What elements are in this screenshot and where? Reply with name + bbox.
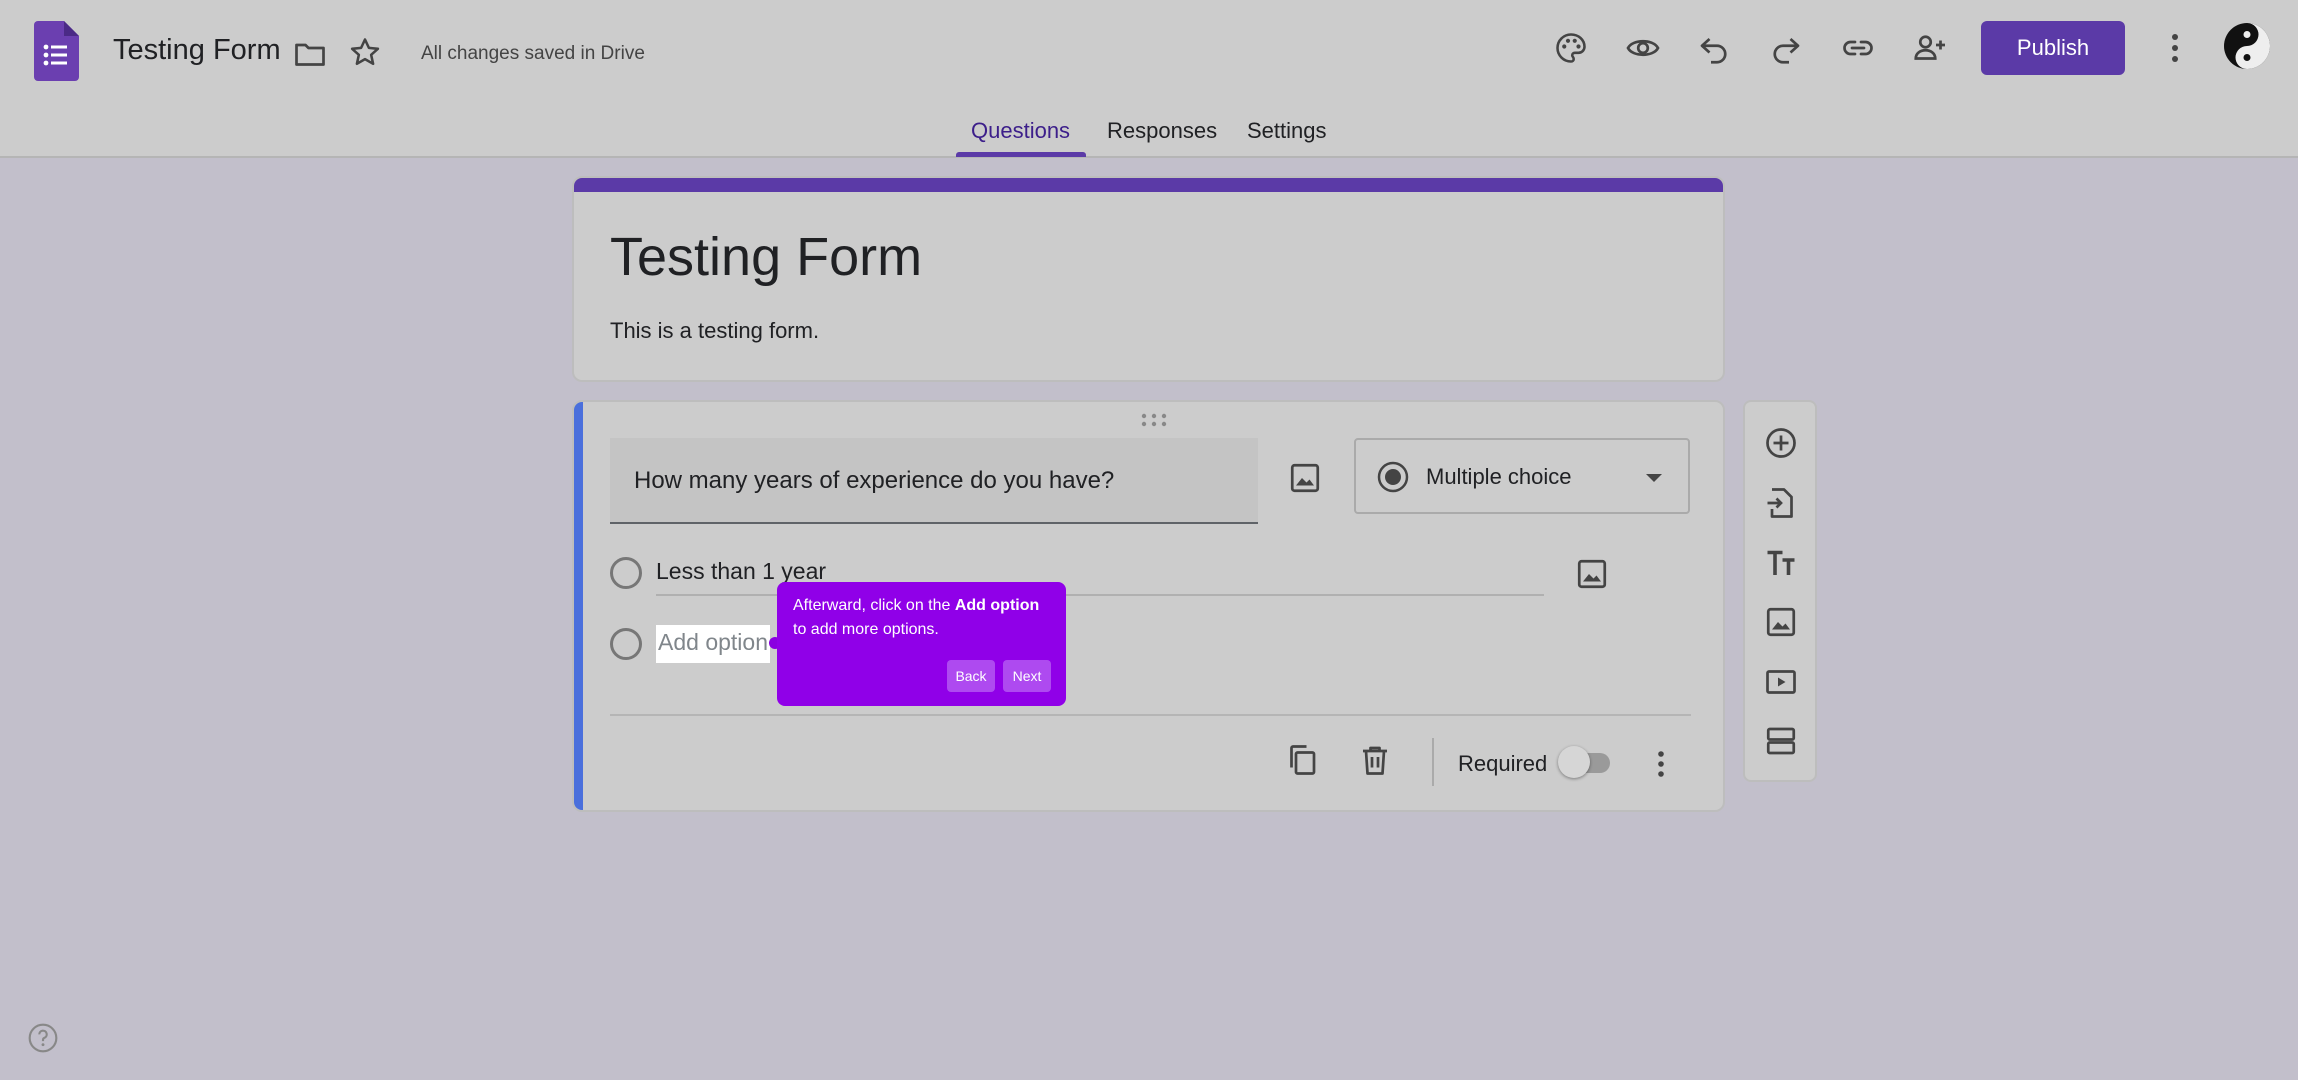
add-option-input[interactable]: Add option bbox=[656, 625, 770, 663]
option-image-icon[interactable] bbox=[1574, 556, 1610, 592]
question-title-input[interactable]: How many years of experience do you have… bbox=[610, 438, 1258, 524]
undo-icon[interactable] bbox=[1694, 28, 1734, 68]
tab-questions[interactable]: Questions bbox=[971, 118, 1070, 144]
forms-logo-icon[interactable] bbox=[34, 21, 79, 81]
question-type-label: Multiple choice bbox=[1426, 464, 1572, 489]
tour-next-button[interactable]: Next bbox=[1003, 660, 1051, 692]
star-icon[interactable] bbox=[347, 35, 383, 71]
form-description[interactable]: This is a testing form. bbox=[610, 318, 819, 344]
option-label[interactable]: Less than 1 year bbox=[656, 558, 826, 585]
chevron-down-icon bbox=[1646, 474, 1662, 482]
add-section-icon[interactable] bbox=[1762, 722, 1800, 760]
more-vert-icon[interactable] bbox=[2155, 28, 2195, 68]
tab-bar: Questions Responses Settings bbox=[0, 112, 2298, 158]
link-icon[interactable] bbox=[1838, 28, 1878, 68]
palette-icon[interactable] bbox=[1551, 28, 1591, 68]
avatar[interactable] bbox=[2223, 22, 2271, 70]
add-option-radio bbox=[610, 628, 642, 660]
delete-icon[interactable] bbox=[1357, 742, 1393, 778]
active-card-indicator bbox=[574, 402, 583, 810]
add-image-icon[interactable] bbox=[1762, 603, 1800, 641]
form-title[interactable]: Testing Form bbox=[610, 226, 922, 288]
radio-button-icon bbox=[1377, 461, 1409, 493]
drag-handle-icon[interactable] bbox=[1139, 412, 1169, 428]
required-toggle-knob[interactable] bbox=[1558, 746, 1590, 778]
footer-separator bbox=[1432, 738, 1434, 786]
folder-icon[interactable] bbox=[292, 36, 328, 72]
add-video-icon[interactable] bbox=[1762, 663, 1800, 701]
form-title-card: Testing Form This is a testing form. bbox=[572, 176, 1725, 382]
question-more-icon[interactable] bbox=[1646, 746, 1676, 782]
document-title[interactable]: Testing Form bbox=[113, 34, 281, 67]
tab-settings[interactable]: Settings bbox=[1247, 118, 1327, 144]
tour-popover: Afterward, click on the Add option to ad… bbox=[777, 582, 1066, 706]
add-collaborator-icon[interactable] bbox=[1910, 28, 1950, 68]
required-label: Required bbox=[1458, 751, 1548, 776]
import-questions-icon[interactable] bbox=[1762, 484, 1800, 522]
duplicate-icon[interactable] bbox=[1284, 742, 1320, 778]
tab-responses[interactable]: Responses bbox=[1107, 118, 1217, 144]
add-title-icon[interactable] bbox=[1762, 544, 1800, 582]
save-status: All changes saved in Drive bbox=[421, 43, 645, 64]
add-question-icon[interactable] bbox=[1762, 424, 1800, 462]
active-tab-indicator bbox=[956, 152, 1086, 157]
question-type-dropdown[interactable]: Multiple choice bbox=[1354, 438, 1690, 514]
option-radio bbox=[610, 557, 642, 589]
form-accent-bar bbox=[574, 178, 1723, 192]
question-card: How many years of experience do you have… bbox=[572, 400, 1725, 812]
publish-button[interactable]: Publish bbox=[1981, 21, 2125, 75]
card-footer-divider bbox=[610, 714, 1691, 716]
help-icon[interactable] bbox=[27, 1022, 59, 1054]
preview-eye-icon[interactable] bbox=[1623, 28, 1663, 68]
floating-toolbar bbox=[1743, 400, 1817, 782]
tour-message: Afterward, click on the Add option to ad… bbox=[793, 597, 1040, 638]
redo-icon[interactable] bbox=[1766, 28, 1806, 68]
app-header: Testing Form All changes saved in Drive … bbox=[0, 0, 2298, 158]
tour-back-button[interactable]: Back bbox=[947, 660, 995, 692]
add-image-icon[interactable] bbox=[1287, 460, 1323, 496]
